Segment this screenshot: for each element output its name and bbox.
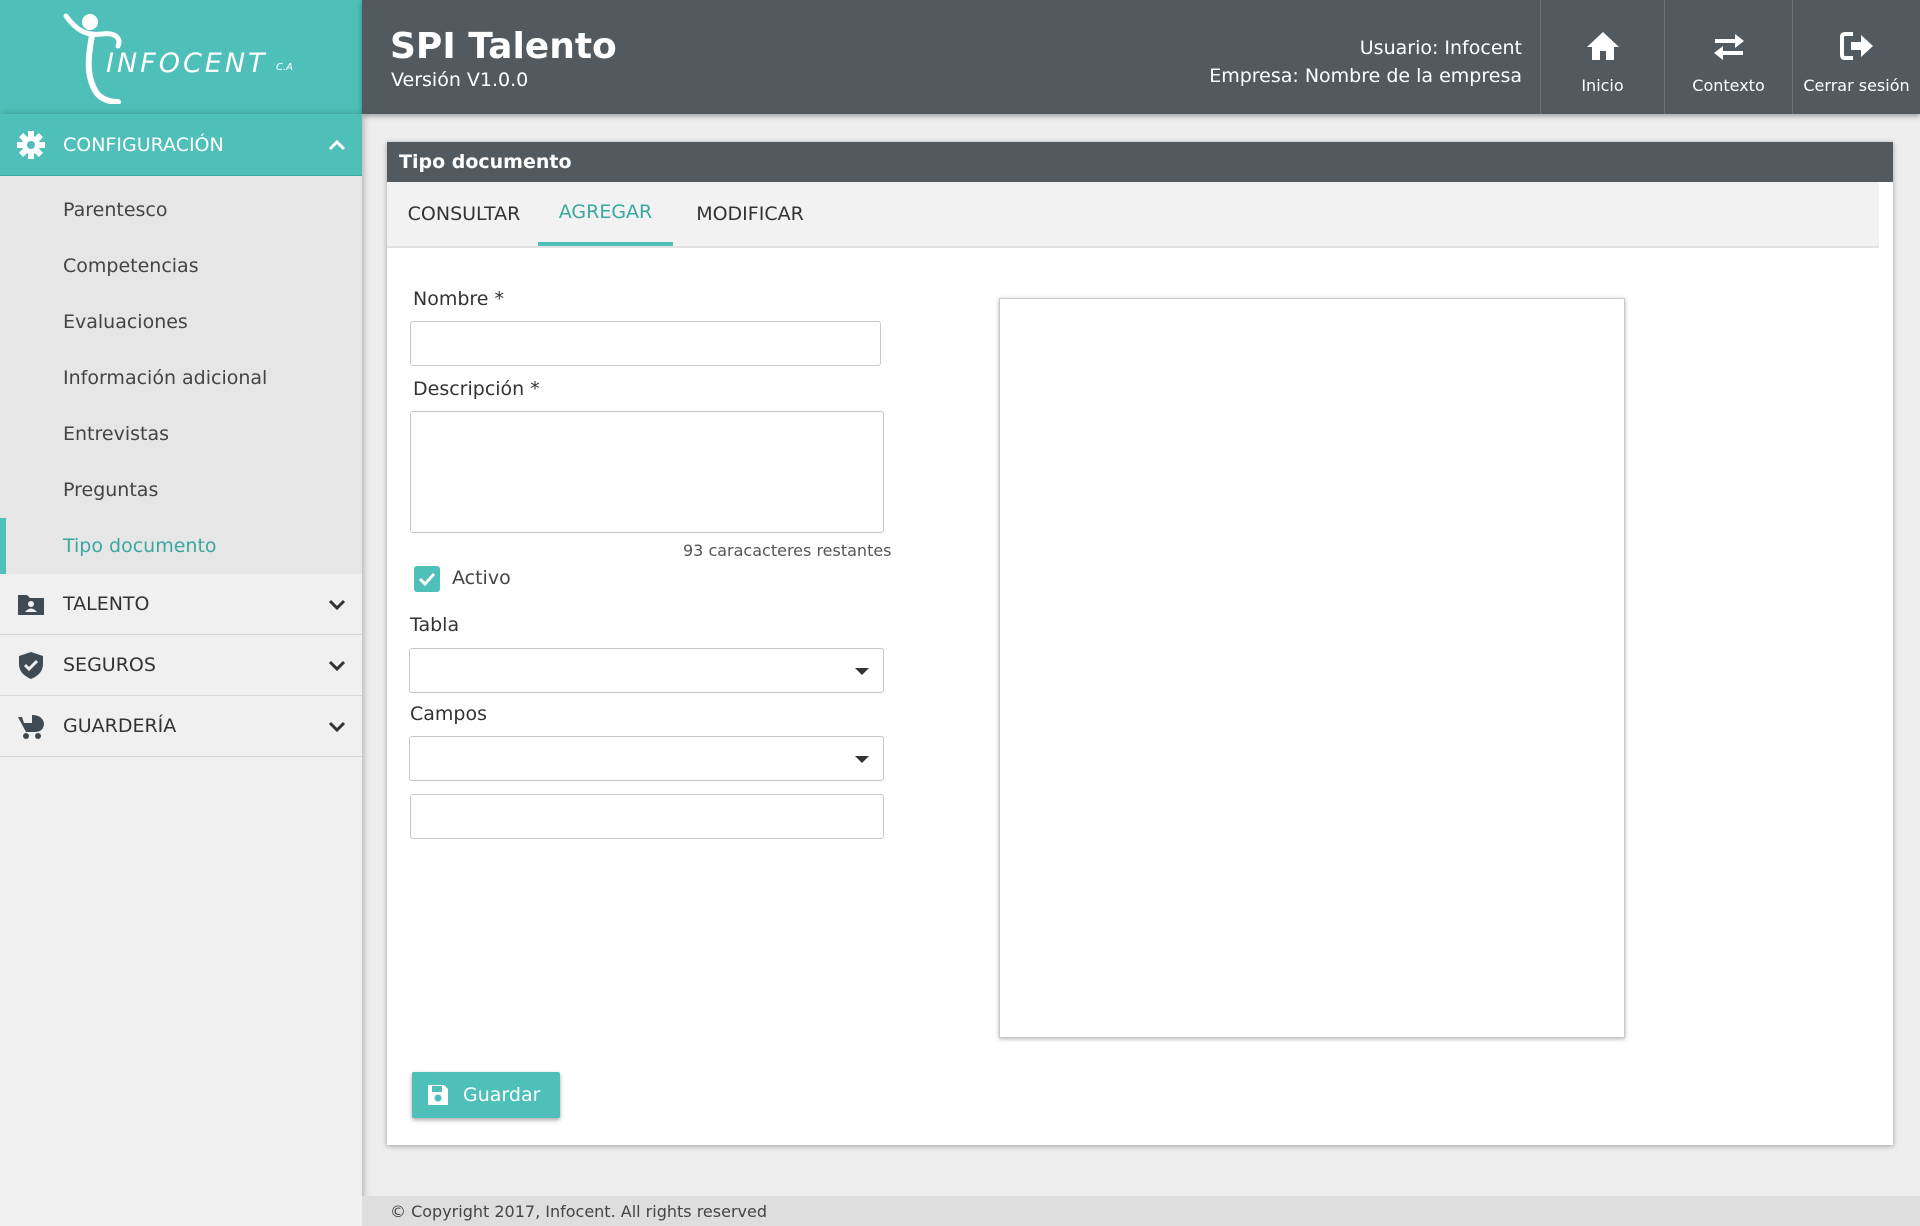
sidebar: CONFIGURACIÓN Parentesco Competencias Ev… [0,114,362,1226]
swap-arrows-icon [1713,34,1744,60]
caret-down-icon [855,755,869,763]
sidebar-section-label: TALENTO [63,593,150,615]
descripcion-textarea[interactable] [410,411,884,533]
save-label: Guardar [463,1084,541,1106]
tabs-bar: CONSULTAR AGREGAR MODIFICAR [387,182,1879,248]
sign-out-icon [1839,32,1873,60]
sidebar-section-label: SEGUROS [63,654,156,676]
baby-carriage-icon [18,715,44,739]
app-title: SPI Talento [390,26,617,67]
save-button[interactable]: Guardar [412,1072,560,1118]
campos-label: Campos [410,703,488,725]
sidebar-item-evaluaciones[interactable]: Evaluaciones [0,294,362,350]
document-preview [999,298,1625,1038]
logo-suffix: C.A [276,62,294,73]
brand-logo[interactable]: INFOCENT C.A [0,0,362,114]
sidebar-item-competencias[interactable]: Competencias [0,238,362,294]
logo-text: INFOCENT [106,48,268,79]
context-label: Contexto [1692,76,1765,95]
configuracion-submenu: Parentesco Competencias Evaluaciones Inf… [0,176,362,574]
user-info: Usuario: Infocent Empresa: Nombre de la … [1209,34,1522,90]
logout-button[interactable]: Cerrar sesión [1792,0,1920,114]
company-name: Empresa: Nombre de la empresa [1209,65,1522,87]
app-version: Versión V1.0.0 [391,69,529,91]
activo-checkbox[interactable] [414,566,440,592]
descripcion-label: Descripción * [413,378,540,400]
sidebar-item-tipo-documento[interactable]: Tipo documento [0,518,362,574]
chevron-down-icon [328,721,346,733]
user-name: Usuario: Infocent [1359,37,1522,59]
campos-select[interactable] [409,736,884,781]
home-label: Inicio [1581,76,1624,95]
chevron-down-icon [328,660,346,672]
panel-title: Tipo documento [387,142,1893,182]
sidebar-section-talento[interactable]: TALENTO [0,574,362,635]
tipo-documento-panel: Tipo documento CONSULTAR AGREGAR MODIFIC… [387,142,1893,1145]
id-card-folder-icon [18,595,44,615]
sidebar-item-parentesco[interactable]: Parentesco [0,182,362,238]
shield-icon [19,652,43,679]
context-button[interactable]: Contexto [1664,0,1792,114]
sidebar-section-seguros[interactable]: SEGUROS [0,635,362,696]
logout-label: Cerrar sesión [1803,76,1910,95]
sidebar-section-label: CONFIGURACIÓN [63,133,224,156]
sidebar-section-configuracion[interactable]: CONFIGURACIÓN [0,114,362,176]
tab-agregar[interactable]: AGREGAR [538,182,673,246]
sidebar-item-entrevistas[interactable]: Entrevistas [0,406,362,462]
activo-label: Activo [452,567,511,589]
tab-modificar[interactable]: MODIFICAR [675,182,825,246]
home-button[interactable]: Inicio [1540,0,1664,114]
caret-down-icon [855,667,869,675]
sidebar-item-informacion-adicional[interactable]: Información adicional [0,350,362,406]
chevron-up-icon [328,139,346,150]
tabla-select[interactable] [409,648,884,693]
copyright-text: © Copyright 2017, Infocent. All rights r… [390,1201,767,1221]
sidebar-section-guarderia[interactable]: GUARDERÍA [0,696,362,757]
chevron-down-icon [328,599,346,611]
checkmark-icon [418,572,436,587]
footer: © Copyright 2017, Infocent. All rights r… [362,1196,1920,1226]
nombre-label: Nombre * [413,288,505,310]
campos-extra-input[interactable] [410,794,884,839]
tabla-label: Tabla [410,614,460,636]
char-counter: 93 caracacteres restantes [683,541,892,560]
sidebar-item-preguntas[interactable]: Preguntas [0,462,362,518]
gear-icon [17,130,45,159]
nombre-input[interactable] [410,321,881,366]
sidebar-section-label: GUARDERÍA [63,715,177,737]
home-icon [1586,32,1619,60]
app-header: SPI Talento Versión V1.0.0 Usuario: Info… [362,0,1920,114]
tab-consultar[interactable]: CONSULTAR [389,182,539,246]
floppy-disk-icon [428,1085,448,1105]
